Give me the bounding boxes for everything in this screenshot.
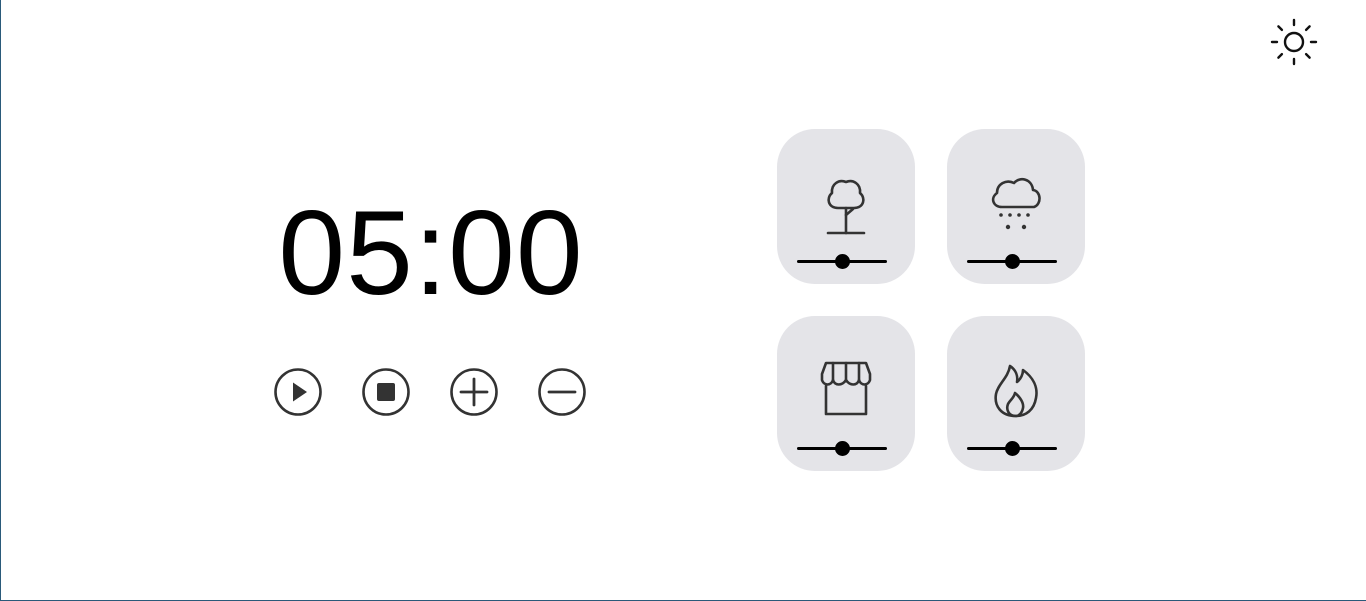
app-window: 05:00 (0, 0, 1366, 601)
increase-time-button[interactable] (449, 367, 499, 417)
volume-slider-fireplace[interactable] (967, 438, 1057, 458)
slider-thumb[interactable] (835, 254, 850, 269)
sun-icon (1270, 18, 1318, 66)
flame-icon (994, 364, 1038, 418)
timer-controls (273, 367, 593, 419)
slider-thumb[interactable] (1005, 254, 1020, 269)
decrease-time-button[interactable] (537, 367, 587, 417)
storefront-icon (820, 361, 872, 416)
play-icon (274, 368, 322, 416)
stop-button[interactable] (361, 367, 411, 417)
sound-card-fireplace[interactable] (947, 316, 1085, 471)
sound-card-forest[interactable] (777, 129, 915, 284)
tree-icon (826, 179, 866, 235)
volume-slider-rain[interactable] (967, 251, 1057, 271)
sound-card-rain[interactable] (947, 129, 1085, 284)
play-button[interactable] (273, 367, 323, 417)
slider-thumb[interactable] (835, 441, 850, 456)
volume-slider-coffee-shop[interactable] (797, 438, 887, 458)
volume-slider-forest[interactable] (797, 251, 887, 271)
plus-icon (450, 368, 498, 416)
stop-icon (362, 368, 410, 416)
timer-display: 05:00 (278, 186, 584, 320)
theme-toggle-button[interactable] (1269, 17, 1319, 67)
rain-cloud-icon (991, 177, 1041, 230)
sound-card-coffee-shop[interactable] (777, 316, 915, 471)
minus-icon (538, 368, 586, 416)
slider-thumb[interactable] (1005, 441, 1020, 456)
